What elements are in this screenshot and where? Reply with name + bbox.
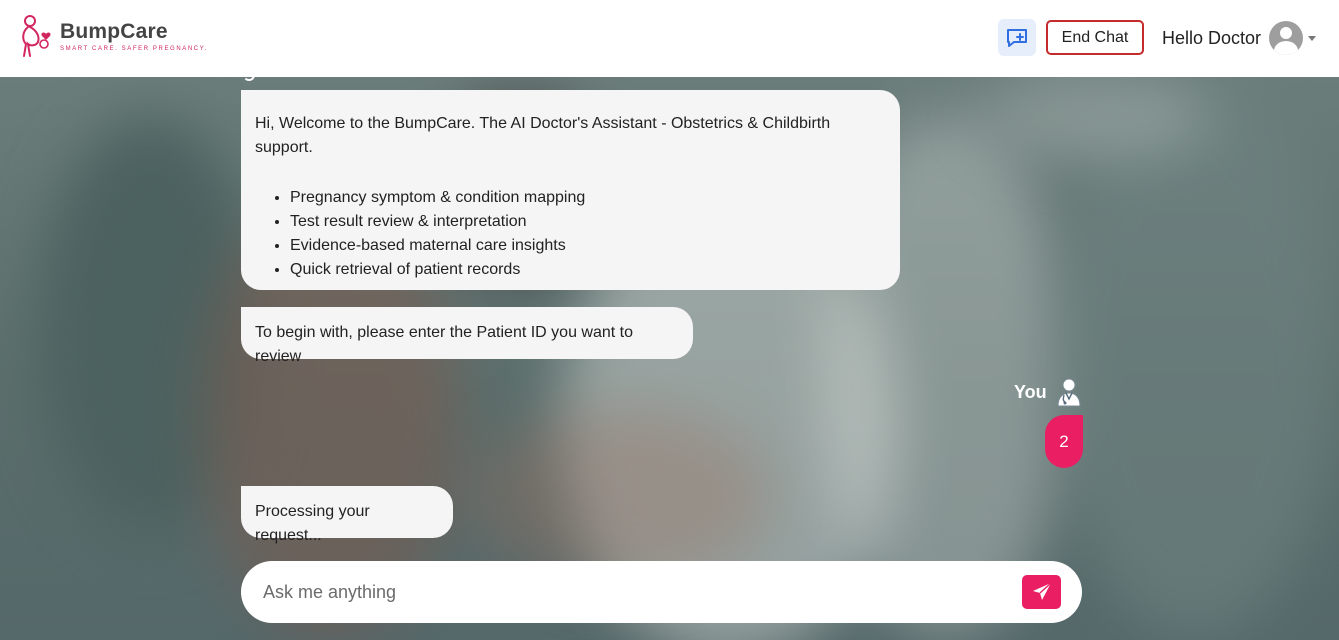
caret-down-icon bbox=[1308, 35, 1317, 41]
user-message: 2 bbox=[1045, 415, 1083, 468]
user-message-header: You bbox=[1014, 377, 1083, 407]
user-menu[interactable]: Hello Doctor bbox=[1162, 20, 1317, 56]
chat-plus-icon bbox=[1007, 28, 1027, 47]
app-header: BumpCare SMART CARE. SAFER PREGNANCY. En… bbox=[0, 0, 1339, 77]
feature-list: Pregnancy symptom & condition mapping Te… bbox=[255, 186, 886, 282]
doctor-icon bbox=[1057, 378, 1081, 407]
chat-input[interactable] bbox=[263, 574, 1003, 610]
welcome-message: Hi, Welcome to the BumpCare. The AI Doct… bbox=[241, 90, 900, 290]
pregnant-woman-logo-icon bbox=[22, 15, 51, 57]
paper-plane-icon bbox=[1032, 582, 1051, 600]
welcome-text: Hi, Welcome to the BumpCare. The AI Doct… bbox=[255, 115, 831, 156]
send-button[interactable] bbox=[1022, 575, 1061, 609]
user-avatar-icon bbox=[1269, 21, 1304, 55]
feature-item: Evidence-based maternal care insights bbox=[290, 234, 886, 258]
patient-id-prompt: To begin with, please enter the Patient … bbox=[241, 307, 693, 365]
new-chat-button[interactable] bbox=[998, 19, 1036, 56]
brand-tagline: SMART CARE. SAFER PREGNANCY. bbox=[60, 46, 208, 52]
brand-logo[interactable]: BumpCare SMART CARE. SAFER PREGNANCY. bbox=[16, 14, 208, 58]
end-chat-button[interactable]: End Chat bbox=[1046, 20, 1144, 55]
chat-composer bbox=[241, 561, 1082, 623]
feature-item: Quick retrieval of patient records bbox=[290, 258, 886, 282]
brand-name: BumpCare bbox=[60, 20, 168, 43]
feature-item: Pregnancy symptom & condition mapping bbox=[290, 186, 886, 210]
user-label: You bbox=[1014, 381, 1047, 402]
greeting-text: Hello Doctor bbox=[1162, 27, 1262, 48]
feature-item: Test result review & interpretation bbox=[290, 210, 886, 234]
processing-message: Processing your request... bbox=[241, 486, 453, 544]
chat-area: Hi, Welcome to the BumpCare. The AI Doct… bbox=[0, 69, 1339, 640]
